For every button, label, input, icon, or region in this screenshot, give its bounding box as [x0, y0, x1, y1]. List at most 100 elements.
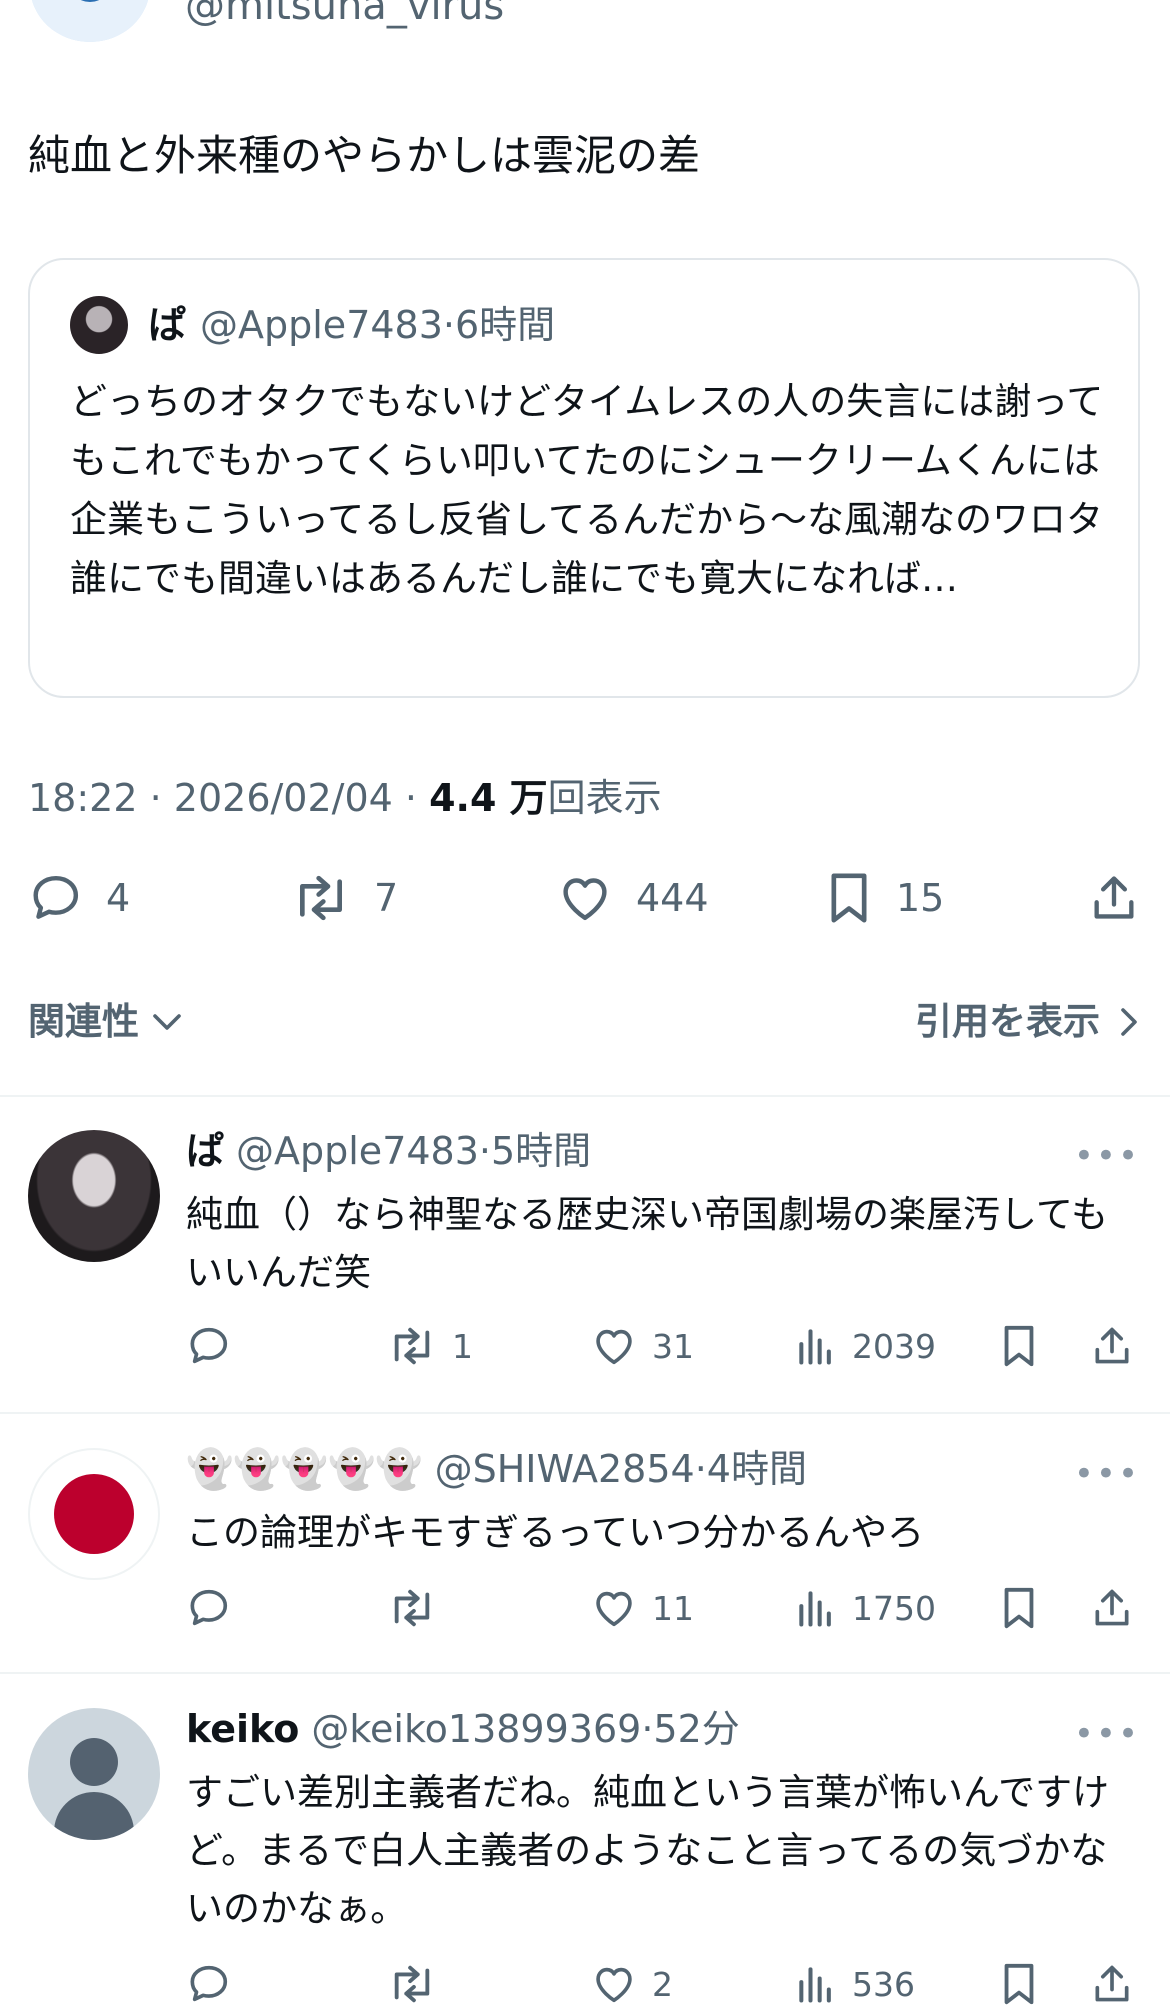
bookmark-button[interactable]: [998, 1960, 1040, 2008]
reply-icon: [28, 870, 84, 926]
bookmark-icon: [998, 1323, 1040, 1369]
more-icon[interactable]: •••: [1074, 1454, 1140, 1494]
like-count: 11: [652, 1588, 694, 1628]
timestamp-sep: ·: [149, 776, 162, 820]
retweet-icon: [290, 870, 352, 926]
retweet-icon: [386, 1323, 438, 1369]
retweet-button[interactable]: 1: [386, 1322, 473, 1370]
reply-name: 👻👻👻👻👻: [186, 1447, 423, 1491]
views-icon: [794, 1323, 838, 1369]
share-icon: [1090, 1961, 1134, 2007]
heart-icon: [590, 1323, 638, 1369]
quoted-handle: @Apple7483: [200, 303, 443, 347]
bookmark-button[interactable]: [998, 1584, 1040, 1632]
views-button[interactable]: 536: [794, 1960, 915, 2008]
tweet-date: 2026/02/04: [173, 776, 393, 820]
reply-name: keiko: [186, 1707, 300, 1751]
reply-name: ぱ: [186, 1129, 225, 1173]
like-count: 2: [652, 1964, 673, 2004]
share-button[interactable]: [1090, 1322, 1134, 1370]
quoted-tweet-card[interactable]: ぱ @Apple7483·6時間 どっちのオタクでもないけどタイムレスの人の失言に…: [28, 258, 1140, 698]
reply-handle: @SHIWA2854: [434, 1447, 695, 1491]
reply-icon: [186, 1585, 232, 1631]
quoted-name: ぱ: [148, 303, 187, 347]
retweet-icon: [386, 1961, 438, 2007]
views-icon: [794, 1585, 838, 1631]
reply-icon: [186, 1323, 232, 1369]
sort-dropdown[interactable]: 関連性: [28, 997, 185, 1047]
reply-count: 4: [106, 876, 131, 920]
heart-icon: [590, 1961, 638, 2007]
reply-action-bar: 1 31 2039: [186, 1322, 1146, 1370]
retweet-button[interactable]: 7: [290, 868, 398, 928]
retweet-button[interactable]: [386, 1584, 438, 1632]
retweet-button[interactable]: [386, 1960, 438, 2008]
views-count: 4.4 万: [429, 776, 548, 820]
divider: [0, 1672, 1170, 1674]
reply-button[interactable]: [186, 1960, 232, 2008]
views-label: 回表示: [547, 776, 662, 820]
reply-handle: @keiko13899369: [311, 1707, 642, 1751]
author-handle[interactable]: @mitsuna_virus: [185, 0, 504, 26]
more-icon[interactable]: •••: [1074, 1714, 1140, 1754]
reply-sep: ·: [694, 1447, 707, 1491]
reply-item[interactable]: 👻👻👻👻👻 @SHIWA2854·4時間 ••• この論理がキモすぎるっていつ分か…: [0, 1447, 1170, 1648]
reply-sep: ·: [641, 1707, 654, 1751]
retweet-icon: [386, 1585, 438, 1631]
reply-button[interactable]: [186, 1322, 232, 1370]
reply-item[interactable]: ぱ @Apple7483·5時間 ••• 純血（）なら神聖なる歴史深い帝国劇場の楽…: [0, 1129, 1170, 1400]
reply-handle: @Apple7483: [236, 1129, 479, 1173]
like-button[interactable]: 31: [590, 1322, 694, 1370]
view-quotes-link[interactable]: 引用を表示: [915, 997, 1144, 1047]
heart-icon: [556, 870, 614, 926]
views-button[interactable]: 2039: [794, 1322, 936, 1370]
quoted-time: 6時間: [455, 303, 556, 347]
tweet-action-bar: 4 7 444 15: [0, 868, 1170, 928]
reply-time: 52分: [653, 1707, 740, 1751]
share-icon: [1088, 870, 1140, 926]
view-quotes-label: 引用を表示: [915, 1000, 1100, 1043]
avatar[interactable]: [28, 1708, 160, 1840]
divider: [0, 1095, 1170, 1097]
tweet-timestamp: 18:22 · 2026/02/04 · 4.4 万回表示: [28, 773, 662, 823]
reply-item[interactable]: keiko @keiko13899369·52分 ••• すごい差別主義者だね。純…: [0, 1707, 1170, 2005]
quoted-avatar[interactable]: [70, 296, 128, 354]
author-avatar[interactable]: [30, 0, 150, 42]
reply-icon: [186, 1961, 232, 2007]
avatar[interactable]: [28, 1130, 160, 1262]
like-button[interactable]: 11: [590, 1584, 694, 1632]
like-count: 444: [636, 876, 709, 920]
quoted-text: どっちのオタクでもないけどタイムレスの人の失言には謝ってもこれでもかってくらい叩…: [70, 380, 1104, 600]
retweet-count: 7: [374, 876, 399, 920]
bookmark-button[interactable]: 15: [824, 868, 944, 928]
reply-button[interactable]: 4: [28, 868, 130, 928]
tweet-text: 純血と外来種のやらかしは雲泥の差: [28, 131, 701, 180]
share-button[interactable]: [1090, 1960, 1134, 2008]
divider: [0, 1412, 1170, 1414]
tweet-time: 18:22: [28, 776, 138, 820]
view-count: 1750: [852, 1588, 936, 1628]
reply-time: 5時間: [491, 1129, 592, 1173]
share-icon: [1090, 1323, 1134, 1369]
bookmark-count: 15: [896, 876, 945, 920]
share-button[interactable]: [1090, 1584, 1134, 1632]
chevron-right-icon: [1114, 1004, 1144, 1040]
bookmark-icon: [824, 870, 874, 926]
reply-button[interactable]: [186, 1584, 232, 1632]
bookmark-icon: [998, 1961, 1040, 2007]
reply-text: この論理がキモすぎるっていつ分かるんやろ: [186, 1511, 925, 1554]
like-button[interactable]: 2: [590, 1960, 673, 2008]
chevron-down-icon: [149, 1004, 185, 1040]
share-button[interactable]: [1088, 868, 1140, 928]
bookmark-button[interactable]: [998, 1322, 1040, 1370]
retweet-count: 1: [452, 1326, 473, 1366]
reply-action-bar: 11 1750: [186, 1584, 1146, 1632]
japan-flag-icon: [54, 1474, 134, 1554]
more-icon[interactable]: •••: [1074, 1136, 1140, 1176]
share-icon: [1090, 1585, 1134, 1631]
like-button[interactable]: 444: [556, 868, 709, 928]
bookmark-icon: [998, 1585, 1040, 1631]
views-button[interactable]: 1750: [794, 1584, 936, 1632]
avatar[interactable]: [28, 1448, 160, 1580]
like-count: 31: [652, 1326, 694, 1366]
